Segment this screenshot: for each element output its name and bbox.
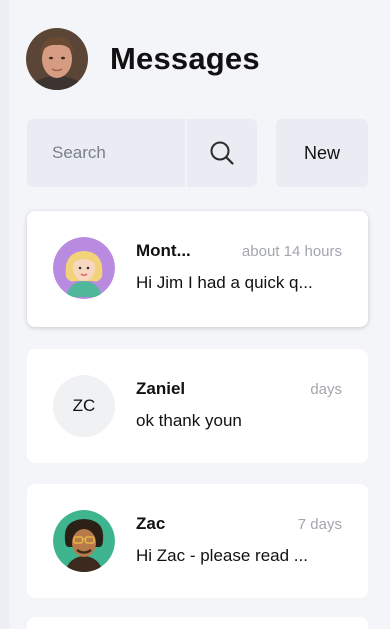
- user-avatar-photo: [26, 28, 88, 90]
- message-time: about 14 hours: [241, 243, 342, 260]
- panel-edge: [0, 0, 9, 629]
- contact-name: Zac: [136, 514, 166, 533]
- woman-avatar-icon: [53, 237, 115, 299]
- contact-name: Mont...: [136, 241, 191, 260]
- message-preview: Hi Zac - please read ...: [136, 546, 308, 565]
- page-title: Messages: [110, 41, 260, 76]
- search-box[interactable]: [27, 119, 257, 187]
- message-time: 7 days: [297, 516, 342, 533]
- search-icon: [210, 141, 234, 165]
- new-message-button[interactable]: New: [276, 119, 368, 187]
- message-time: days: [310, 381, 342, 398]
- messages-header: Messages: [26, 28, 260, 90]
- conversation-item[interactable]: Zac 7 days Hi Zac - please read ...: [27, 484, 368, 598]
- contact-initials-avatar: ZC: [53, 375, 115, 437]
- contact-avatar: [53, 510, 115, 572]
- conversation-item-partial[interactable]: [27, 617, 368, 629]
- conversation-item[interactable]: ZC Zaniel days ok thank youn: [27, 349, 368, 463]
- message-preview: ok thank youn: [136, 411, 242, 430]
- contact-avatar: [53, 237, 115, 299]
- message-preview: Hi Jim I had a quick q...: [136, 273, 313, 292]
- conversation-item[interactable]: Mont... about 14 hours Hi Jim I had a qu…: [27, 211, 368, 327]
- man-avatar-icon: [53, 510, 115, 572]
- search-button[interactable]: [185, 119, 257, 187]
- search-input[interactable]: [27, 119, 182, 187]
- contact-name: Zaniel: [136, 379, 186, 398]
- user-avatar[interactable]: [26, 28, 88, 90]
